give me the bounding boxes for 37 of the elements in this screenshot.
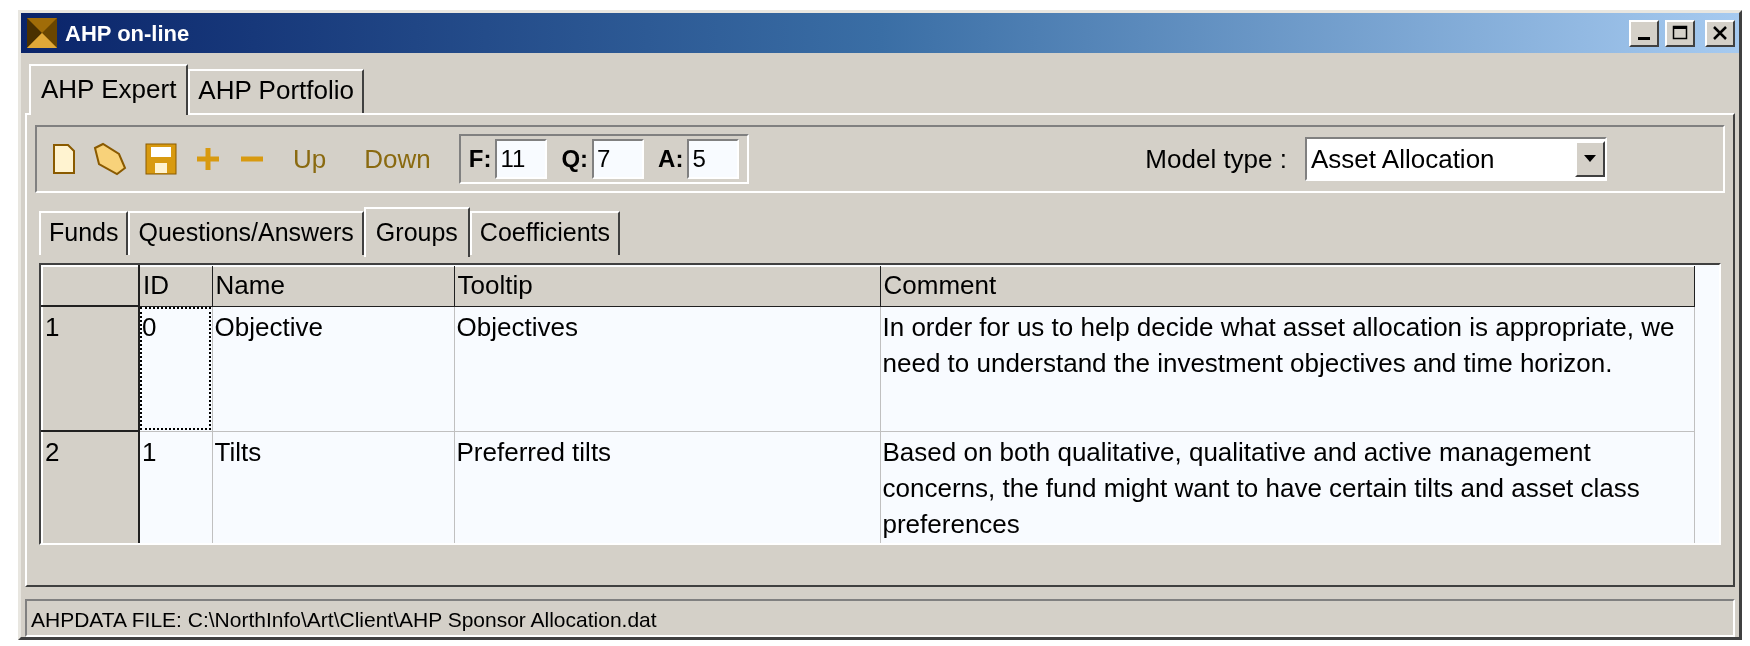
tab[interactable]: Coefficients [469,211,620,255]
status-bar: AHPDATA FILE: C:\NorthInfo\Art\Client\AHP Sponsor Allocation.dat [25,599,1735,637]
model-type-dropdown[interactable]: Asset Allocation [1305,137,1607,181]
table-cell[interactable]: Objectives [454,306,880,431]
column-header[interactable]: Comment [880,266,1694,306]
tab[interactable]: Groups [363,207,470,257]
column-header[interactable]: Name [212,266,454,306]
row-header[interactable]: 1 [42,306,139,431]
count-label: Q: [561,144,589,174]
count-field[interactable]: 7 [592,139,645,179]
count-field[interactable]: 11 [495,139,548,179]
table-cell[interactable]: 0 [139,306,212,431]
maximize-button[interactable] [1665,19,1695,47]
column-header[interactable]: Tooltip [454,266,880,306]
minimize-icon [1638,36,1650,40]
maximize-icon [1672,25,1688,41]
count-label: A: [658,144,684,174]
count-field[interactable]: 5 [687,139,740,179]
tab[interactable]: Questions/Answers [128,211,364,255]
count-label: F: [468,144,492,174]
save-icon[interactable] [145,143,177,175]
table-cell[interactable]: Tilts [212,431,454,543]
tab[interactable]: AHP Portfolio [188,69,364,113]
table-cell[interactable]: Based on both qualitative, qualitative and active management concerns, the fund might want to have certain tilts and asset class preferences [880,431,1694,543]
tab[interactable]: AHP Expert [29,63,189,115]
new-file-icon[interactable] [53,144,75,174]
row-header[interactable]: 2 [42,431,139,543]
app-logo-icon [25,16,59,50]
window-title: AHP on-line [65,19,190,48]
tab[interactable]: Funds [39,211,129,255]
close-icon [1712,25,1728,41]
minimize-button[interactable] [1629,19,1659,47]
table-cell[interactable]: In order for us to help decide what asset allocation is appropriate, we need to understand the investment objectives and time horizon. [880,306,1694,431]
model-type-label: Model type : [1145,142,1287,176]
column-header[interactable]: ID [139,266,212,306]
close-button[interactable] [1705,19,1735,47]
table-cell[interactable]: Objective [212,306,454,431]
